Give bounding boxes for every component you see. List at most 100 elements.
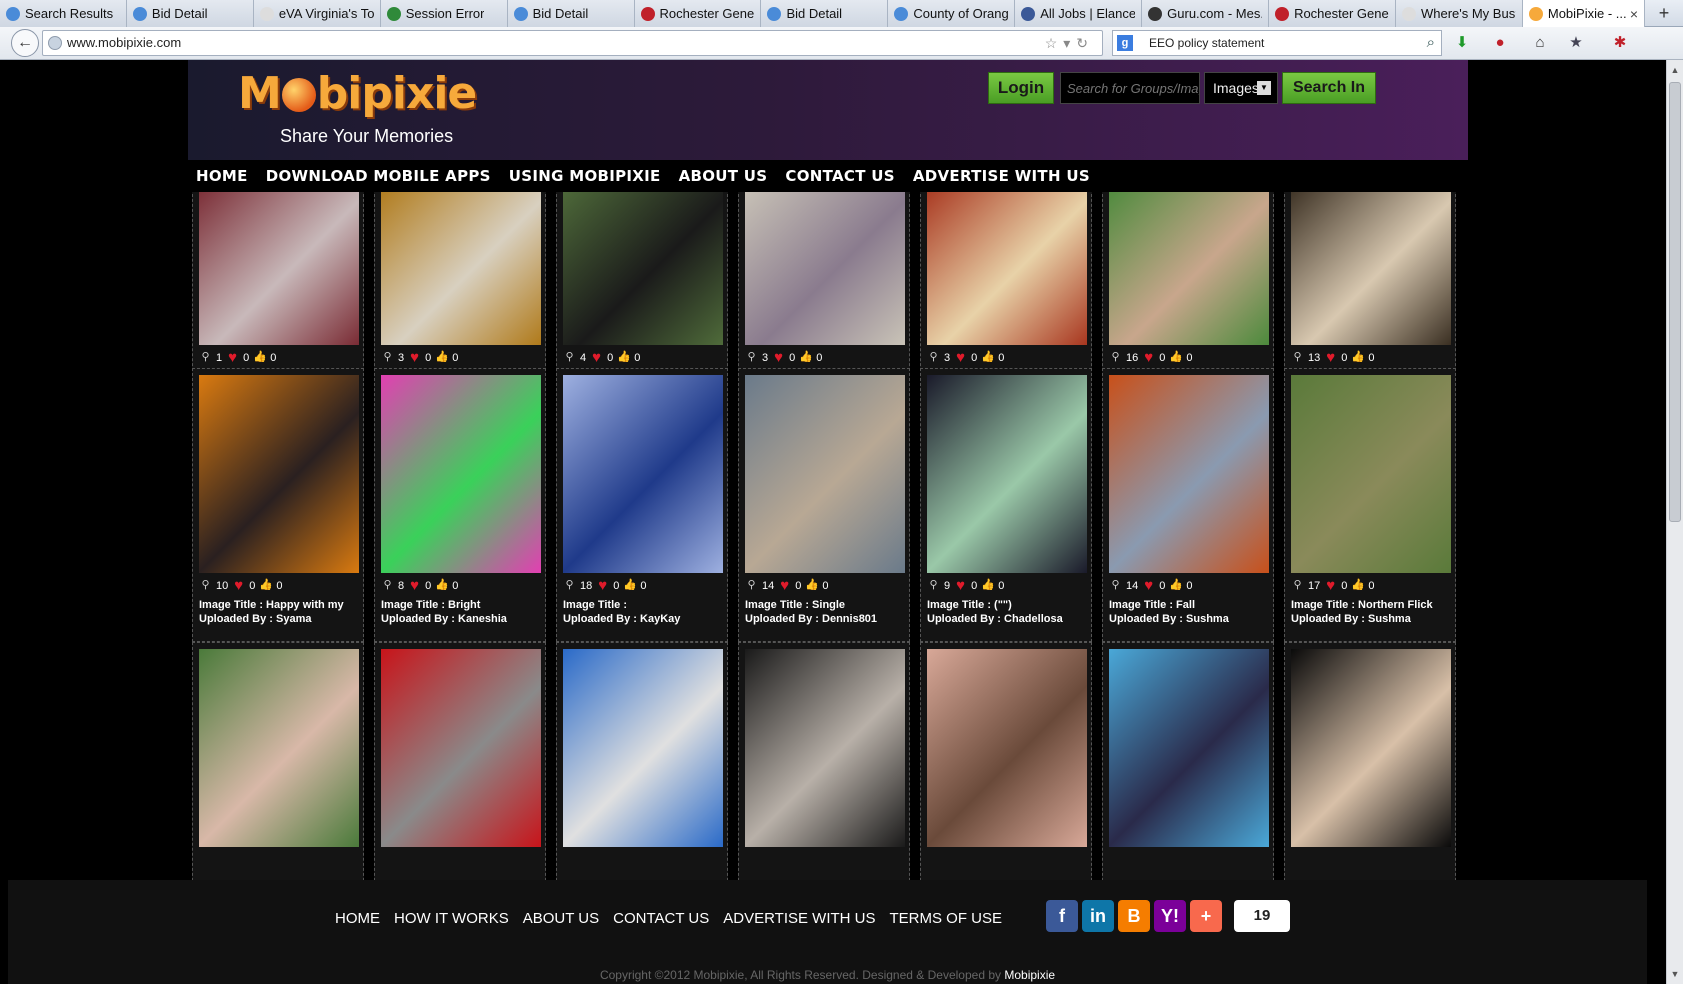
gallery-image[interactable] <box>563 649 723 847</box>
uploader-name[interactable]: KayKay <box>640 613 680 625</box>
thumbs-up-icon[interactable]: 👍 <box>617 351 631 364</box>
image-card[interactable] <box>738 642 910 916</box>
zoom-icon[interactable]: ⚲ <box>563 351 576 364</box>
back-button[interactable]: ← <box>11 29 39 57</box>
heart-icon[interactable]: ♥ <box>408 578 421 593</box>
zoom-icon[interactable]: ⚲ <box>563 579 576 592</box>
heart-icon[interactable]: ♥ <box>232 578 245 593</box>
gallery-image[interactable] <box>381 649 541 847</box>
footer-link-how-it-works[interactable]: HOW IT WORKS <box>394 910 509 927</box>
thumbs-up-icon[interactable]: 👍 <box>259 579 273 592</box>
gallery-image[interactable] <box>1109 649 1269 847</box>
uploader-name[interactable]: Sushma <box>1186 613 1229 625</box>
image-card[interactable]: ⚲ 18 ♥ 0 👍 0 Image Title : Uploaded By : KayKa… <box>556 368 728 642</box>
gallery-image[interactable] <box>381 375 541 573</box>
thumbs-up-icon[interactable]: 👍 <box>623 579 637 592</box>
thumbs-up-icon[interactable]: 👍 <box>435 351 449 364</box>
gallery-image[interactable] <box>745 192 905 345</box>
page-scrollbar[interactable]: ▲ ▼ <box>1666 60 1683 984</box>
gallery-image[interactable] <box>1291 192 1451 345</box>
browser-tab[interactable]: MobiPixie - ... × <box>1522 0 1646 27</box>
browser-tab[interactable]: Search Results <box>0 0 127 27</box>
gallery-image[interactable] <box>927 192 1087 345</box>
browser-tab[interactable]: Where's My Bus?... <box>1395 0 1523 27</box>
image-card[interactable] <box>556 642 728 916</box>
download-icon[interactable]: ⬇ <box>1452 33 1472 53</box>
heart-icon[interactable]: ♥ <box>954 350 967 365</box>
image-card[interactable] <box>374 642 546 916</box>
uploader-name[interactable]: Chadellosa <box>1004 613 1063 625</box>
browser-tab[interactable]: Bid Detail <box>507 0 635 27</box>
image-card[interactable]: ⚲ 17 ♥ 0 👍 0 Image Title : Northern Flick Uploa… <box>1284 368 1456 642</box>
zoom-icon[interactable]: ⚲ <box>745 579 758 592</box>
site-logo[interactable]: Mbipixie <box>238 68 477 119</box>
gallery-image[interactable] <box>745 375 905 573</box>
zoom-icon[interactable]: ⚲ <box>1109 579 1122 592</box>
browser-tab[interactable]: All Jobs | Elance <box>1015 0 1143 27</box>
gallery-image[interactable] <box>1291 375 1451 573</box>
gallery-image[interactable] <box>1291 649 1451 847</box>
linkedin-icon[interactable]: in <box>1082 900 1114 932</box>
gallery-image[interactable] <box>1109 192 1269 345</box>
nav-item-using-mobipixie[interactable]: USING MOBIPIXIE <box>509 167 661 185</box>
addthis-icon[interactable]: + <box>1190 900 1222 932</box>
heart-icon[interactable]: ♥ <box>226 350 239 365</box>
nav-item-download-mobile-apps[interactable]: DOWNLOAD MOBILE APPS <box>266 167 491 185</box>
gallery-image[interactable] <box>563 192 723 345</box>
image-card[interactable] <box>192 642 364 916</box>
heart-icon[interactable]: ♥ <box>1142 578 1155 593</box>
zoom-icon[interactable]: ⚲ <box>745 351 758 364</box>
zoom-icon[interactable]: ⚲ <box>199 579 212 592</box>
image-card[interactable]: ⚲ 9 ♥ 0 👍 0 Image Title : ("") Uploaded By : Ch… <box>920 368 1092 642</box>
uploader-name[interactable]: Dennis801 <box>822 613 877 625</box>
image-card[interactable] <box>920 642 1092 916</box>
footer-link-home[interactable]: HOME <box>335 910 380 927</box>
gallery-image[interactable] <box>745 649 905 847</box>
gallery-image[interactable] <box>199 375 359 573</box>
blogger-icon[interactable]: B <box>1118 900 1150 932</box>
image-card[interactable]: ⚲ 10 ♥ 0 👍 0 Image Title : Happy with my Upload… <box>192 368 364 642</box>
adblock-icon[interactable]: ● <box>1490 33 1510 53</box>
zoom-icon[interactable]: ⚲ <box>927 351 940 364</box>
browser-tab[interactable]: Guru.com - Mes... <box>1142 0 1270 27</box>
heart-icon[interactable]: ♥ <box>1142 350 1155 365</box>
copyright-brand-link[interactable]: Mobipixie <box>1004 968 1055 982</box>
gallery-image[interactable] <box>199 192 359 345</box>
footer-link-terms-of-use[interactable]: TERMS OF USE <box>890 910 1003 927</box>
search-in-button[interactable]: Search In <box>1282 72 1376 104</box>
scrollbar-thumb[interactable] <box>1669 82 1681 522</box>
thumbs-up-icon[interactable]: 👍 <box>1169 579 1183 592</box>
nav-item-contact-us[interactable]: CONTACT US <box>785 167 894 185</box>
login-button[interactable]: Login <box>988 72 1054 104</box>
nav-item-advertise-with-us[interactable]: ADVERTISE WITH US <box>913 167 1090 185</box>
google-icon[interactable]: g <box>1117 35 1133 51</box>
zoom-icon[interactable]: ⚲ <box>381 351 394 364</box>
browser-search-box[interactable]: g EEO policy statement ⌕ <box>1112 30 1442 56</box>
thumbs-up-icon[interactable]: 👍 <box>981 579 995 592</box>
gallery-image[interactable] <box>381 192 541 345</box>
browser-tab[interactable]: Bid Detail <box>126 0 254 27</box>
gallery-image[interactable] <box>563 375 723 573</box>
thumbs-up-icon[interactable]: 👍 <box>435 579 449 592</box>
search-type-select[interactable]: Images ▼ <box>1204 72 1278 104</box>
close-icon[interactable]: × <box>1626 6 1638 22</box>
image-card[interactable]: ⚲ 8 ♥ 0 👍 0 Image Title : Bright Uploaded By : … <box>374 368 546 642</box>
scroll-down-icon[interactable]: ▼ <box>1667 966 1683 982</box>
scroll-up-icon[interactable]: ▲ <box>1667 62 1683 78</box>
heart-icon[interactable]: ♥ <box>1324 350 1337 365</box>
image-card[interactable]: ⚲ 14 ♥ 0 👍 0 Image Title : Single Uploaded By :… <box>738 368 910 642</box>
gallery-image[interactable] <box>927 375 1087 573</box>
address-bar[interactable]: www.mobipixie.com ☆▾↻ <box>42 30 1103 56</box>
gallery-image[interactable] <box>927 649 1087 847</box>
browser-tab[interactable]: Bid Detail <box>761 0 889 27</box>
thumbs-up-icon[interactable]: 👍 <box>253 351 267 364</box>
browser-tab[interactable]: Rochester Genes... <box>634 0 762 27</box>
uploader-name[interactable]: Kaneshia <box>458 613 507 625</box>
addon-icon[interactable]: ✱ <box>1610 33 1630 53</box>
thumbs-up-icon[interactable]: 👍 <box>981 351 995 364</box>
gallery-image[interactable] <box>199 649 359 847</box>
zoom-icon[interactable]: ⚲ <box>1109 351 1122 364</box>
thumbs-up-icon[interactable]: 👍 <box>1351 579 1365 592</box>
site-search-input[interactable] <box>1060 72 1200 104</box>
uploader-name[interactable]: Sushma <box>1368 613 1411 625</box>
